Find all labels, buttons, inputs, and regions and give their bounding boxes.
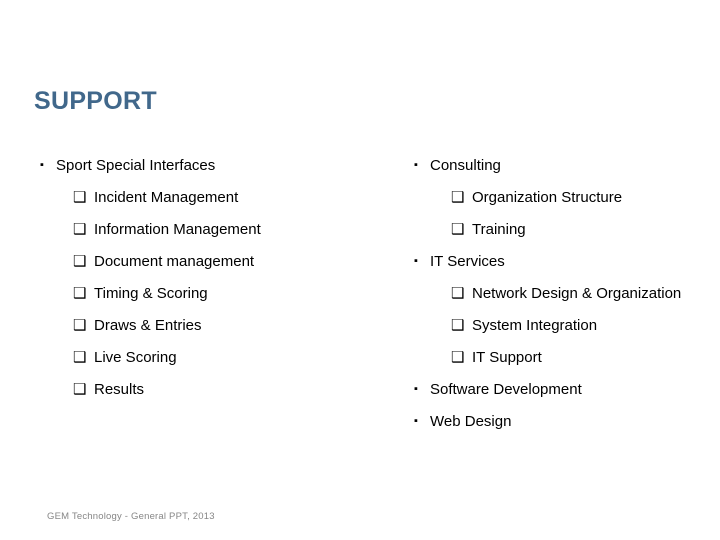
bullet-item: ❑ Network Design & Organization [410, 278, 720, 310]
hollow-square-bullet-icon: ❑ [451, 349, 465, 366]
bullet-item: ❑ Information Management [36, 214, 396, 246]
bullet-item-label: IT Services [430, 253, 505, 270]
hollow-square-bullet-icon: ❑ [451, 189, 465, 206]
bullet-item: ▪ Sport Special Interfaces [36, 150, 396, 182]
bullet-item-label: Live Scoring [94, 349, 177, 366]
bullet-item: ❑ Incident Management [36, 182, 396, 214]
filled-square-bullet-icon: ▪ [414, 415, 418, 427]
bullet-item-label: Consulting [430, 157, 501, 174]
bullet-item: ▪ Web Design [410, 406, 720, 438]
bullet-item-label: Software Development [430, 381, 582, 398]
bullet-item-label: Incident Management [94, 189, 239, 206]
bullet-item: ❑ Results [36, 374, 396, 406]
bullet-item: ▪ IT Services [410, 246, 720, 278]
bullet-item: ❑ Live Scoring [36, 342, 396, 374]
slide-footer: GEM Technology - General PPT, 2013 [47, 511, 215, 522]
bullet-item-label: Sport Special Interfaces [56, 157, 216, 174]
bullet-item: ❑ Training [410, 214, 720, 246]
bullet-item: ❑ Document management [36, 246, 396, 278]
filled-square-bullet-icon: ▪ [414, 255, 418, 267]
hollow-square-bullet-icon: ❑ [451, 221, 465, 238]
bullet-item: ❑ Organization Structure [410, 182, 720, 214]
hollow-square-bullet-icon: ❑ [451, 285, 465, 302]
bullet-item: ❑ Draws & Entries [36, 310, 396, 342]
hollow-square-bullet-icon: ❑ [73, 189, 87, 206]
bullet-item-label: System Integration [472, 317, 598, 334]
bullet-column-right: ▪ Consulting ❑ Organization Structure ❑ Train… [410, 150, 720, 438]
hollow-square-bullet-icon: ❑ [73, 221, 87, 238]
hollow-square-bullet-icon: ❑ [73, 381, 87, 398]
bullet-item: ❑ Timing & Scoring [36, 278, 396, 310]
bullet-item: ▪ Software Development [410, 374, 720, 406]
bullet-item-label: Document management [94, 253, 255, 270]
hollow-square-bullet-icon: ❑ [73, 317, 87, 334]
bullet-item-label: Draws & Entries [94, 317, 202, 334]
bullet-item-label: IT Support [472, 349, 542, 366]
filled-square-bullet-icon: ▪ [414, 159, 418, 171]
page-title: SUPPORT [34, 87, 157, 115]
hollow-square-bullet-icon: ❑ [73, 253, 87, 270]
bullet-column-left: ▪ Sport Special Interfaces ❑ Incident Manag… [36, 150, 396, 406]
bullet-item: ❑ IT Support [410, 342, 720, 374]
bullet-item: ▪ Consulting [410, 150, 720, 182]
hollow-square-bullet-icon: ❑ [73, 349, 87, 366]
filled-square-bullet-icon: ▪ [40, 159, 44, 171]
bullet-item: ❑ System Integration [410, 310, 720, 342]
bullet-item-label: Organization Structure [472, 189, 623, 206]
bullet-item-label: Results [94, 381, 145, 398]
bullet-item-label: Information Management [94, 221, 261, 238]
hollow-square-bullet-icon: ❑ [451, 317, 465, 334]
bullet-item-label: Timing & Scoring [94, 285, 208, 302]
bullet-item-label: Training [472, 221, 526, 238]
filled-square-bullet-icon: ▪ [414, 383, 418, 395]
bullet-item-label: Web Design [430, 413, 512, 430]
presentation-slide: SUPPORT ▪ Sport Special Interfaces ❑ Incide… [0, 0, 720, 540]
hollow-square-bullet-icon: ❑ [73, 285, 87, 302]
bullet-item-label: Network Design & Organization [472, 285, 682, 302]
